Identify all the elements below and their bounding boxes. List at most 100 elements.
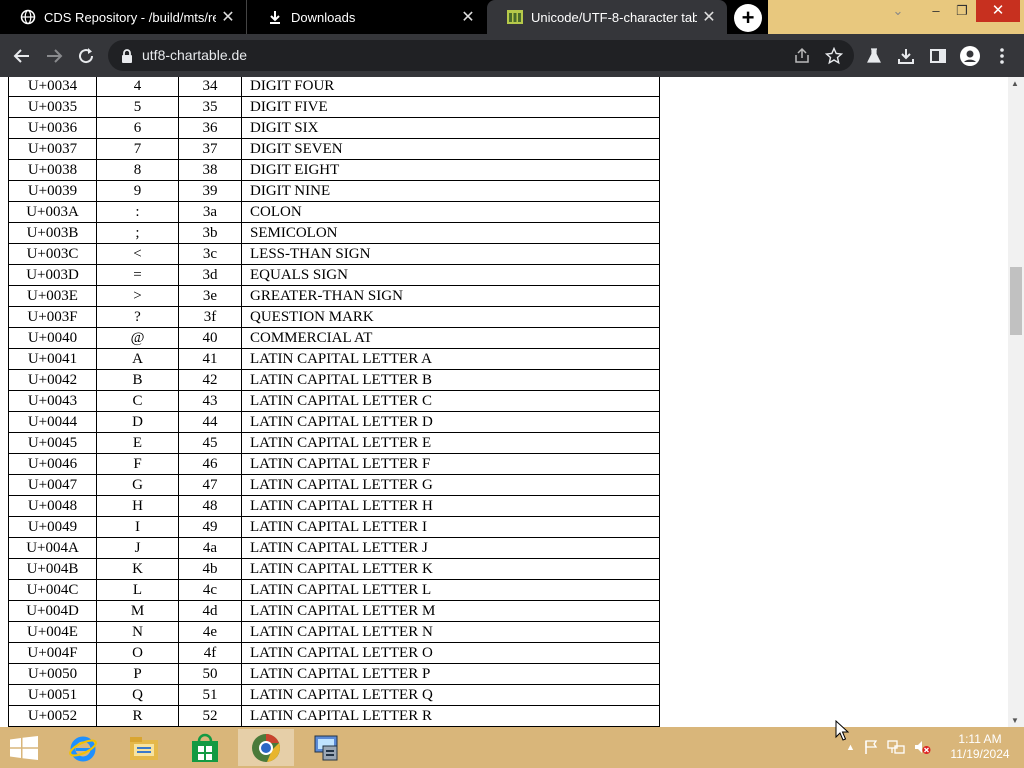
unicode-code-point-cell: U+0035 — [8, 96, 97, 118]
character-name-cell: DIGIT NINE — [241, 180, 660, 202]
reload-icon — [79, 48, 94, 64]
download-icon[interactable] — [892, 42, 920, 70]
close-tab-icon[interactable]: ✕ — [216, 7, 240, 27]
scroll-down-arrow-icon[interactable]: ▼ — [1011, 716, 1019, 725]
character-name-cell: LATIN CAPITAL LETTER F — [241, 453, 660, 475]
system-tray: ▲ — [846, 739, 931, 755]
character-cell: < — [96, 243, 179, 265]
table-row: U+004D M 4d LATIN CAPITAL LETTER M — [8, 600, 660, 622]
utf8-hex-cell: 39 — [178, 180, 242, 202]
site-favicon — [507, 9, 523, 25]
character-name-cell: LESS-THAN SIGN — [241, 243, 660, 265]
scrollbar-thumb[interactable] — [1010, 267, 1022, 335]
network-icon[interactable] — [887, 739, 905, 755]
clock-date: 11/19/2024 — [950, 747, 1010, 761]
maximize-button[interactable]: ❐ — [950, 0, 974, 22]
table-row: U+003F? 3f QUESTION MARK — [8, 306, 660, 328]
taskbar-clock[interactable]: 1:11 AM 11/19/2024 — [940, 732, 1020, 762]
unicode-code-point-cell: U+0041 — [8, 348, 97, 370]
utf8-hex-cell: 46 — [178, 453, 242, 475]
character-cell: > — [96, 285, 179, 307]
reload-button[interactable] — [72, 42, 100, 70]
control-panel-icon[interactable] — [299, 729, 355, 766]
close-tab-icon[interactable]: ✕ — [456, 7, 480, 27]
character-cell: 5 — [96, 96, 179, 118]
start-button[interactable] — [10, 736, 38, 760]
table-row: U+0034 4 34 DIGIT FOUR — [8, 77, 660, 97]
tab-downloads[interactable]: Downloads ✕ — [246, 0, 486, 34]
utf8-hex-cell: 41 — [178, 348, 242, 370]
table-row: U+0051 Q 51 LATIN CAPITAL LETTER Q — [8, 684, 660, 706]
address-bar[interactable]: utf8-chartable.de — [108, 40, 854, 71]
action-center-flag-icon[interactable] — [863, 739, 879, 755]
volume-muted-icon[interactable] — [913, 739, 931, 755]
close-window-button[interactable]: ✕ — [976, 0, 1020, 22]
internet-explorer-icon[interactable] — [55, 729, 111, 766]
tab-cds-repository[interactable]: CDS Repository - /build/mts/rel ✕ — [0, 0, 246, 34]
back-arrow-icon — [13, 49, 29, 63]
character-name-cell: DIGIT EIGHT — [241, 159, 660, 181]
windows-logo-icon — [10, 736, 38, 760]
minimize-button[interactable]: – — [924, 0, 948, 22]
close-tab-icon[interactable]: ✕ — [697, 7, 721, 27]
back-button[interactable] — [8, 42, 36, 70]
utf8-hex-cell: 51 — [178, 684, 242, 706]
clock-time: 1:11 AM — [958, 732, 1002, 746]
character-name-cell: QUESTION MARK — [241, 306, 660, 328]
character-name-cell: LATIN CAPITAL LETTER O — [241, 642, 660, 664]
unicode-code-point-cell: U+0037 — [8, 138, 97, 160]
side-panel-icon[interactable] — [924, 42, 952, 70]
share-icon[interactable] — [788, 42, 816, 70]
character-cell: : — [96, 201, 179, 223]
character-name-cell: COLON — [241, 201, 660, 223]
character-name-cell: LATIN CAPITAL LETTER L — [241, 579, 660, 601]
character-cell: M — [96, 600, 179, 622]
character-cell: 9 — [96, 180, 179, 202]
menu-kebab-icon[interactable] — [988, 42, 1016, 70]
vertical-scrollbar[interactable]: ▲ ▼ — [1008, 77, 1024, 727]
unicode-code-point-cell: U+003E — [8, 285, 97, 307]
character-cell: @ — [96, 327, 179, 349]
new-tab-button[interactable]: + — [734, 4, 762, 32]
utf8-hex-cell: 48 — [178, 495, 242, 517]
character-cell: R — [96, 705, 179, 727]
forward-button[interactable] — [40, 42, 68, 70]
table-row: U+0048 H 48 LATIN CAPITAL LETTER H — [8, 495, 660, 517]
character-name-cell: LATIN CAPITAL LETTER D — [241, 411, 660, 433]
bookmark-star-icon[interactable] — [820, 42, 848, 70]
table-row: U+003D = 3d EQUALS SIGN — [8, 264, 660, 286]
unicode-code-point-cell: U+004F — [8, 642, 97, 664]
unicode-code-point-cell: U+003B — [8, 222, 97, 244]
unicode-code-point-cell: U+004D — [8, 600, 97, 622]
utf8-hex-cell: 3f — [178, 306, 242, 328]
chrome-icon[interactable] — [238, 729, 294, 766]
character-cell: G — [96, 474, 179, 496]
character-name-cell: GREATER-THAN SIGN — [241, 285, 660, 307]
character-cell: 6 — [96, 117, 179, 139]
store-icon[interactable] — [177, 729, 233, 766]
tab-search-button[interactable]: ⌄ — [886, 0, 910, 22]
character-name-cell: LATIN CAPITAL LETTER E — [241, 432, 660, 454]
show-hidden-icons-chevron-icon[interactable]: ▲ — [846, 742, 855, 752]
utf8-hex-cell: 3e — [178, 285, 242, 307]
character-cell: O — [96, 642, 179, 664]
profile-avatar-icon[interactable] — [956, 42, 984, 70]
table-row: U+0043 C 43 LATIN CAPITAL LETTER C — [8, 390, 660, 412]
unicode-code-point-cell: U+0036 — [8, 117, 97, 139]
unicode-code-point-cell: U+003F — [8, 306, 97, 328]
labs-flask-icon[interactable] — [860, 42, 888, 70]
globe-icon — [20, 9, 36, 25]
character-cell: N — [96, 621, 179, 643]
table-row: U+0052 R 52 LATIN CAPITAL LETTER R — [8, 705, 660, 727]
unicode-code-point-cell: U+003A — [8, 201, 97, 223]
character-cell: E — [96, 432, 179, 454]
tab-unicode-table[interactable]: Unicode/UTF-8-character table ✕ — [487, 0, 727, 34]
mouse-cursor-icon — [835, 720, 849, 741]
character-name-cell: LATIN CAPITAL LETTER N — [241, 621, 660, 643]
tab-title: Downloads — [291, 9, 356, 25]
character-cell: Q — [96, 684, 179, 706]
file-explorer-icon[interactable] — [116, 729, 172, 766]
scroll-up-arrow-icon[interactable]: ▲ — [1011, 79, 1019, 88]
table-row: U+0049 I 49 LATIN CAPITAL LETTER I — [8, 516, 660, 538]
lock-icon — [122, 49, 132, 63]
